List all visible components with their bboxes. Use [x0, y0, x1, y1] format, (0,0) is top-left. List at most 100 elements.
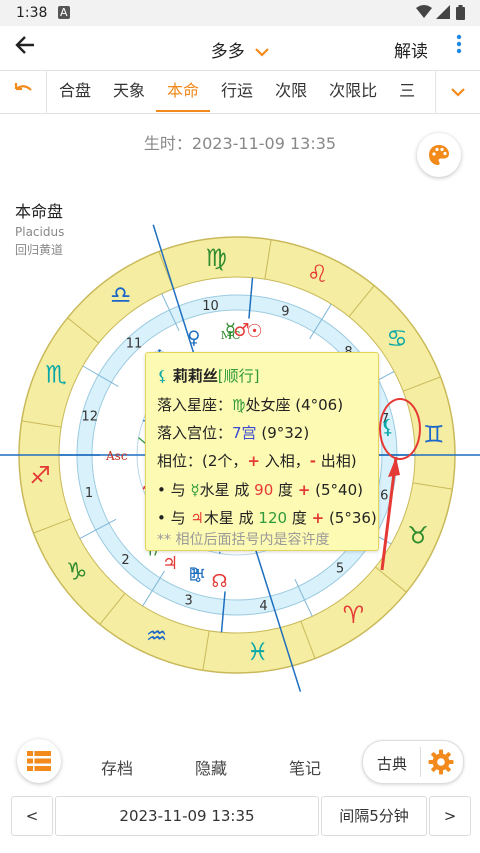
- aspect-mid: 成: [233, 509, 259, 527]
- zodiac-sign-icon: ♓: [247, 638, 269, 666]
- app-bar: 多多 解读: [0, 26, 480, 70]
- interval-selector[interactable]: 间隔5分钟: [321, 796, 427, 836]
- interpret-button[interactable]: 解读: [394, 37, 428, 62]
- classic-button[interactable]: 古典: [377, 753, 407, 774]
- tab-synastry[interactable]: 合盘: [48, 71, 102, 111]
- house-number: 2: [121, 553, 129, 568]
- tab-progression-compare[interactable]: 次限比: [318, 71, 388, 111]
- zodiac-sign-icon: ♏: [45, 360, 67, 388]
- zodiac-sign-icon: ♑: [66, 557, 88, 585]
- zodiac-sign-icon: ♎: [110, 281, 132, 309]
- aspect-deg: 度: [273, 481, 298, 499]
- zodiac-sign-icon: ♒: [146, 622, 168, 650]
- zodiac-sign-icon: ♌: [307, 260, 329, 288]
- zodiac-sign-icon: ♈: [343, 601, 365, 629]
- house-number: 1: [85, 486, 93, 501]
- bottom-actions: 存档 隐藏 笔记 古典: [0, 737, 480, 789]
- aspect-bullet: • 与: [157, 481, 191, 499]
- virgo-icon: ♍: [232, 396, 246, 414]
- undo-icon[interactable]: [0, 71, 47, 113]
- planet-icon: ☉: [246, 321, 262, 342]
- notes-button[interactable]: 笔记: [289, 755, 321, 779]
- planet-icon: ♀: [187, 328, 200, 349]
- popup-house-label: 落入宫位：: [157, 424, 233, 442]
- tab-more-partial[interactable]: 三: [388, 71, 426, 111]
- popup-house-row: 落入宫位：7宫 (9°32): [157, 422, 309, 443]
- planet-icon: ☊: [211, 571, 227, 592]
- lilith-icon: ⚸: [157, 367, 168, 385]
- tab-list: 合盘 天象 本命 行运 次限 次限比三: [48, 71, 436, 113]
- chart-type-tabs: 合盘 天象 本命 行运 次限 次限比三: [0, 70, 480, 114]
- zodiac-sign-icon: ♍: [206, 244, 228, 272]
- separating-text: 出相): [316, 452, 357, 470]
- profile-name: 多多: [210, 42, 245, 62]
- jupiter-icon: ♃: [190, 509, 204, 527]
- popup-aspect-prefix: 相位：(2个，: [157, 452, 248, 470]
- mercury-icon: ☿: [190, 481, 200, 499]
- aspect-mid: 成: [229, 481, 255, 499]
- point-info-popup: ⚸ 莉莉丝[顺行] 落入星座：♍处女座 (4°06) 落入宫位：7宫 (9°32…: [145, 352, 379, 551]
- zodiac-sign-icon: ♊: [423, 420, 445, 448]
- palette-icon: [427, 145, 451, 171]
- wifi-icon: [416, 5, 432, 23]
- palette-button[interactable]: [417, 133, 461, 177]
- zodiac-sign-icon: ♉: [407, 522, 429, 550]
- zodiac-sign-icon: ♋: [386, 325, 408, 353]
- next-time-button[interactable]: >: [429, 796, 471, 836]
- notification-a-icon: A: [58, 6, 70, 19]
- aspect-sign: +: [297, 481, 311, 499]
- hide-button[interactable]: 隐藏: [195, 755, 227, 779]
- birth-time-label: 生时：2023-11-09 13:35: [143, 134, 337, 153]
- popup-aspect-row: • 与 ♃木星 成 120 度 + (5°36): [157, 507, 377, 528]
- popup-house-value: 7宫: [232, 424, 257, 442]
- more-vert-icon[interactable]: [456, 34, 462, 59]
- house-number: 10: [202, 299, 219, 314]
- archive-button[interactable]: 存档: [101, 755, 133, 779]
- aspect-sign: +: [311, 509, 325, 527]
- battery-icon: [456, 5, 465, 24]
- aspect-angle: 90: [254, 481, 274, 499]
- house-number: 12: [81, 410, 98, 425]
- applying-text: 入相，: [259, 452, 310, 470]
- chevron-down-icon: [251, 45, 269, 61]
- popup-point-name: 莉莉丝: [172, 367, 218, 385]
- classic-settings-group: 古典: [362, 740, 464, 784]
- aspect-orb: (5°40): [310, 481, 363, 499]
- popup-motion: [顺行]: [217, 367, 260, 385]
- status-time: 1:38: [16, 5, 48, 21]
- tab-dropdown-icon[interactable]: [435, 71, 480, 113]
- highlight-circle: [379, 398, 421, 460]
- applying-sign: +: [247, 452, 260, 470]
- list-button[interactable]: [17, 739, 61, 783]
- zodiac-sign-icon: ♐: [29, 462, 51, 490]
- popup-sign-label: 落入星座：: [157, 396, 233, 414]
- aspect-bullet: • 与: [157, 509, 191, 527]
- planet-icon: ♇: [186, 564, 202, 585]
- popup-house-degree: (9°32): [261, 424, 310, 442]
- popup-sign-row: 落入星座：♍处女座 (4°06): [157, 394, 343, 415]
- datetime-field[interactable]: 2023-11-09 13:35: [55, 796, 319, 836]
- date-navigation: < 2023-11-09 13:35 间隔5分钟 >: [0, 796, 480, 836]
- aspect-angle: 120: [258, 509, 288, 527]
- house-number: 4: [259, 599, 267, 614]
- asc-label: Asc: [105, 449, 128, 463]
- popup-aspect-summary: 相位：(2个，+ 入相，- 出相): [157, 450, 357, 471]
- house-number: 5: [336, 561, 344, 576]
- tab-progressions[interactable]: 次限: [264, 71, 318, 111]
- popup-aspect-row: • 与 ☿水星 成 90 度 + (5°40): [157, 479, 363, 500]
- aspect-planet: 木星: [203, 509, 234, 527]
- prev-time-button[interactable]: <: [11, 796, 53, 836]
- tab-natal[interactable]: 本命: [156, 72, 211, 112]
- house-number: 11: [126, 337, 143, 352]
- tab-transit-sky[interactable]: 天象: [102, 71, 156, 111]
- tab-transits[interactable]: 行运: [210, 71, 264, 111]
- popup-header: ⚸ 莉莉丝[顺行]: [157, 365, 260, 386]
- signal-icon: [436, 5, 450, 23]
- aspect-deg: 度: [287, 509, 312, 527]
- divider: [420, 747, 421, 777]
- gear-icon[interactable]: [427, 748, 455, 780]
- highlight-arrow: [380, 456, 400, 571]
- house-number: 3: [184, 594, 192, 609]
- house-number: 9: [281, 304, 289, 319]
- aspect-planet: 水星: [199, 481, 230, 499]
